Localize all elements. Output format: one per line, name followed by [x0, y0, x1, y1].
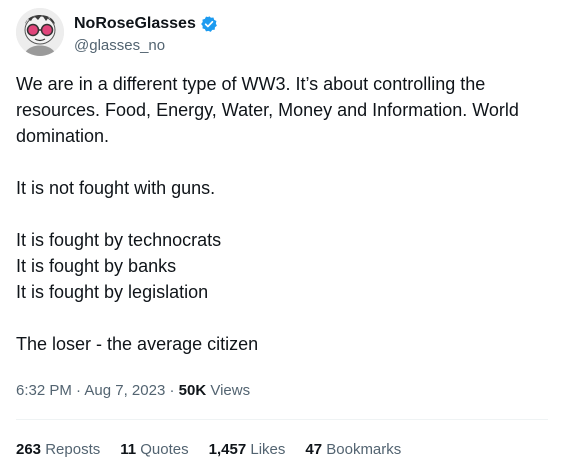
quotes-stat[interactable]: 11 Quotes — [120, 440, 188, 460]
tweet-date[interactable]: Aug 7, 2023 — [84, 382, 165, 399]
reposts-label: Reposts — [45, 441, 101, 458]
tweet-line: resources. Food, Energy, Water, Money an… — [16, 100, 519, 120]
display-name[interactable]: NoRoseGlasses — [74, 14, 196, 34]
tweet-line: It is fought by legislation — [16, 282, 209, 302]
tweet-time[interactable]: 6:32 PM — [16, 382, 72, 399]
tweet-line: It is fought by banks — [16, 256, 177, 276]
divider — [16, 419, 548, 420]
tweet-blank-line — [16, 149, 556, 175]
avatar[interactable] — [16, 8, 64, 56]
quotes-label: Quotes — [140, 441, 189, 458]
reposts-stat[interactable]: 263 Reposts — [16, 440, 100, 460]
quotes-count: 11 — [120, 441, 137, 458]
engagement-stats: 263 Reposts 11 Quotes 1,457 Likes 47 Boo… — [16, 440, 401, 460]
meta-separator: · — [169, 382, 179, 399]
tweet: NoRoseGlasses @glasses_no We are in a di… — [0, 0, 564, 462]
avatar-image — [16, 8, 64, 56]
reposts-count: 263 — [16, 441, 42, 458]
user-handle[interactable]: @glasses_no — [74, 36, 165, 56]
views-label: Views — [210, 382, 251, 399]
tweet-line: We are in a different type of WW3. It’s … — [16, 74, 486, 94]
tweet-header: NoRoseGlasses @glasses_no — [16, 8, 546, 58]
likes-stat[interactable]: 1,457 Likes — [209, 440, 286, 460]
tweet-line: domination. — [16, 126, 110, 146]
tweet-meta: 6:32 PM · Aug 7, 2023 · 50K Views — [16, 381, 250, 401]
tweet-text: We are in a different type of WW3. It’s … — [16, 71, 556, 357]
name-row: NoRoseGlasses — [74, 14, 218, 34]
tweet-blank-line — [16, 305, 556, 331]
bookmarks-count: 47 — [305, 441, 323, 458]
tweet-line: It is fought by technocrats — [16, 230, 222, 250]
likes-count: 1,457 — [208, 441, 247, 458]
verified-badge-icon — [200, 15, 218, 33]
likes-label: Likes — [250, 441, 286, 458]
tweet-blank-line — [16, 201, 556, 227]
views-count: 50K — [178, 382, 207, 399]
tweet-line: The loser - the average citizen — [16, 334, 259, 354]
tweet-line: It is not fought with guns. — [16, 178, 216, 198]
bookmarks-label: Bookmarks — [326, 441, 402, 458]
bookmarks-stat[interactable]: 47 Bookmarks — [305, 440, 401, 460]
